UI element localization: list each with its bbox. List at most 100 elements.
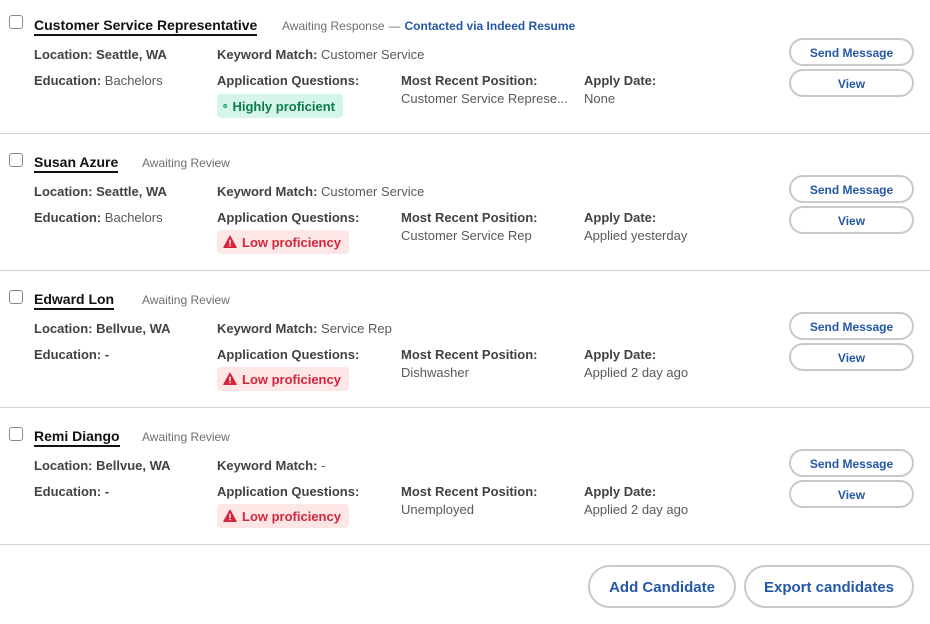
education-label: Education: [34,210,102,225]
candidate-status: Awaiting Review [142,293,230,307]
keyword-label: Keyword Match: [217,47,318,62]
apply-label-row: Apply Date: [584,210,656,226]
status-text: Awaiting Response [282,19,385,33]
proficiency-badge: Low proficiency [217,504,349,528]
candidate-card: Edward Lon Awaiting Review Location: Bel… [0,271,930,408]
proficiency-text: Low proficiency [242,234,341,250]
location-label: Location: [34,184,93,199]
select-candidate-checkbox[interactable] [9,153,23,167]
questions-label: Application Questions: [217,73,360,88]
education-value: Bachelors [104,210,163,225]
apply-label-row: Apply Date: [584,73,656,89]
location-row: Location: Seattle, WA [34,47,167,63]
keyword-label: Keyword Match: [217,184,318,199]
position-value: Unemployed [401,502,474,517]
position-value-row: Customer Service Represe... [401,91,568,107]
education-row: Education: - [34,347,109,363]
status-text: Awaiting Review [142,430,230,444]
candidate-status: Awaiting Review [142,430,230,444]
candidate-card: Customer Service Representative Awaiting… [0,0,930,134]
proficiency-text: Low proficiency [242,508,341,524]
contacted-via-link[interactable]: Contacted via Indeed Resume [405,19,576,33]
apply-date-label: Apply Date: [584,73,657,88]
candidate-name-link[interactable]: Edward Lon [34,291,115,310]
proficiency-text: Low proficiency [242,371,341,387]
add-candidate-button[interactable]: Add Candidate [588,565,736,608]
apply-date-value: None [584,91,616,106]
export-candidates-button[interactable]: Export candidates [744,565,914,608]
position-label: Most Recent Position: [401,484,538,499]
location-row: Location: Seattle, WA [34,184,167,200]
apply-value-row: Applied yesterday [584,228,687,244]
position-label-row: Most Recent Position: [401,347,538,363]
send-message-button[interactable]: Send Message [789,175,914,203]
warning-icon [223,235,237,248]
apply-date-label: Apply Date: [584,484,657,499]
questions-label: Application Questions: [217,484,360,499]
view-button[interactable]: View [789,206,914,234]
questions-label-row: Application Questions: [217,73,359,89]
warning-icon [223,509,237,522]
position-value-row: Customer Service Rep [401,228,532,244]
education-label: Education: [34,484,102,499]
candidate-card: Susan Azure Awaiting Review Location: Se… [0,134,930,271]
location-value: Seattle, WA [96,47,167,62]
apply-label-row: Apply Date: [584,347,656,363]
view-button[interactable]: View [789,480,914,508]
apply-date-label: Apply Date: [584,210,657,225]
position-value-row: Dishwasher [401,365,469,381]
keyword-row: Keyword Match: Customer Service [217,184,424,200]
questions-label-row: Application Questions: [217,210,359,226]
apply-date-value: Applied yesterday [584,228,688,243]
questions-label-row: Application Questions: [217,347,359,363]
questions-label-row: Application Questions: [217,484,359,500]
select-candidate-checkbox[interactable] [9,427,23,441]
proficiency-text: Highly proficient [232,98,335,114]
send-message-button[interactable]: Send Message [789,38,914,66]
education-row: Education: - [34,484,109,500]
apply-date-value: Applied 2 day ago [584,365,689,380]
location-value: Bellvue, WA [96,321,171,336]
keyword-value: Service Rep [321,321,392,336]
position-label-row: Most Recent Position: [401,73,538,89]
keyword-value: - [321,458,326,473]
apply-date-label: Apply Date: [584,347,657,362]
apply-date-value: Applied 2 day ago [584,502,689,517]
send-message-button[interactable]: Send Message [789,449,914,477]
questions-label: Application Questions: [217,347,360,362]
position-label-row: Most Recent Position: [401,484,538,500]
candidate-name-link[interactable]: Remi Diango [34,428,120,447]
position-label: Most Recent Position: [401,347,538,362]
candidate-status: Awaiting Review [142,156,230,170]
location-label: Location: [34,458,93,473]
questions-label: Application Questions: [217,210,360,225]
apply-label-row: Apply Date: [584,484,656,500]
candidate-status: Awaiting Response — Contacted via Indeed R… [282,19,575,33]
send-message-button[interactable]: Send Message [789,312,914,340]
warning-icon [223,372,237,385]
position-value: Customer Service Rep [401,228,532,243]
proficiency-badge: Highly proficient [217,94,343,118]
location-label: Location: [34,47,93,62]
location-label: Location: [34,321,93,336]
education-label: Education: [34,73,102,88]
apply-value-row: Applied 2 day ago [584,502,688,518]
education-label: Education: [34,347,102,362]
position-value: Customer Service Represe... [401,91,568,106]
status-text: Awaiting Review [142,293,230,307]
keyword-row: Keyword Match: Customer Service [217,47,424,63]
education-row: Education: Bachelors [34,73,163,89]
candidate-name-link[interactable]: Customer Service Representative [34,17,258,36]
location-row: Location: Bellvue, WA [34,321,171,337]
apply-value-row: None [584,91,615,107]
view-button[interactable]: View [789,343,914,371]
view-button[interactable]: View [789,69,914,97]
check-circle-icon [223,103,228,109]
proficiency-badge: Low proficiency [217,230,349,254]
select-candidate-checkbox[interactable] [9,290,23,304]
position-label-row: Most Recent Position: [401,210,538,226]
candidate-name-link[interactable]: Susan Azure [34,154,119,173]
select-candidate-checkbox[interactable] [9,15,23,29]
location-row: Location: Bellvue, WA [34,458,171,474]
status-separator: — [388,19,401,33]
